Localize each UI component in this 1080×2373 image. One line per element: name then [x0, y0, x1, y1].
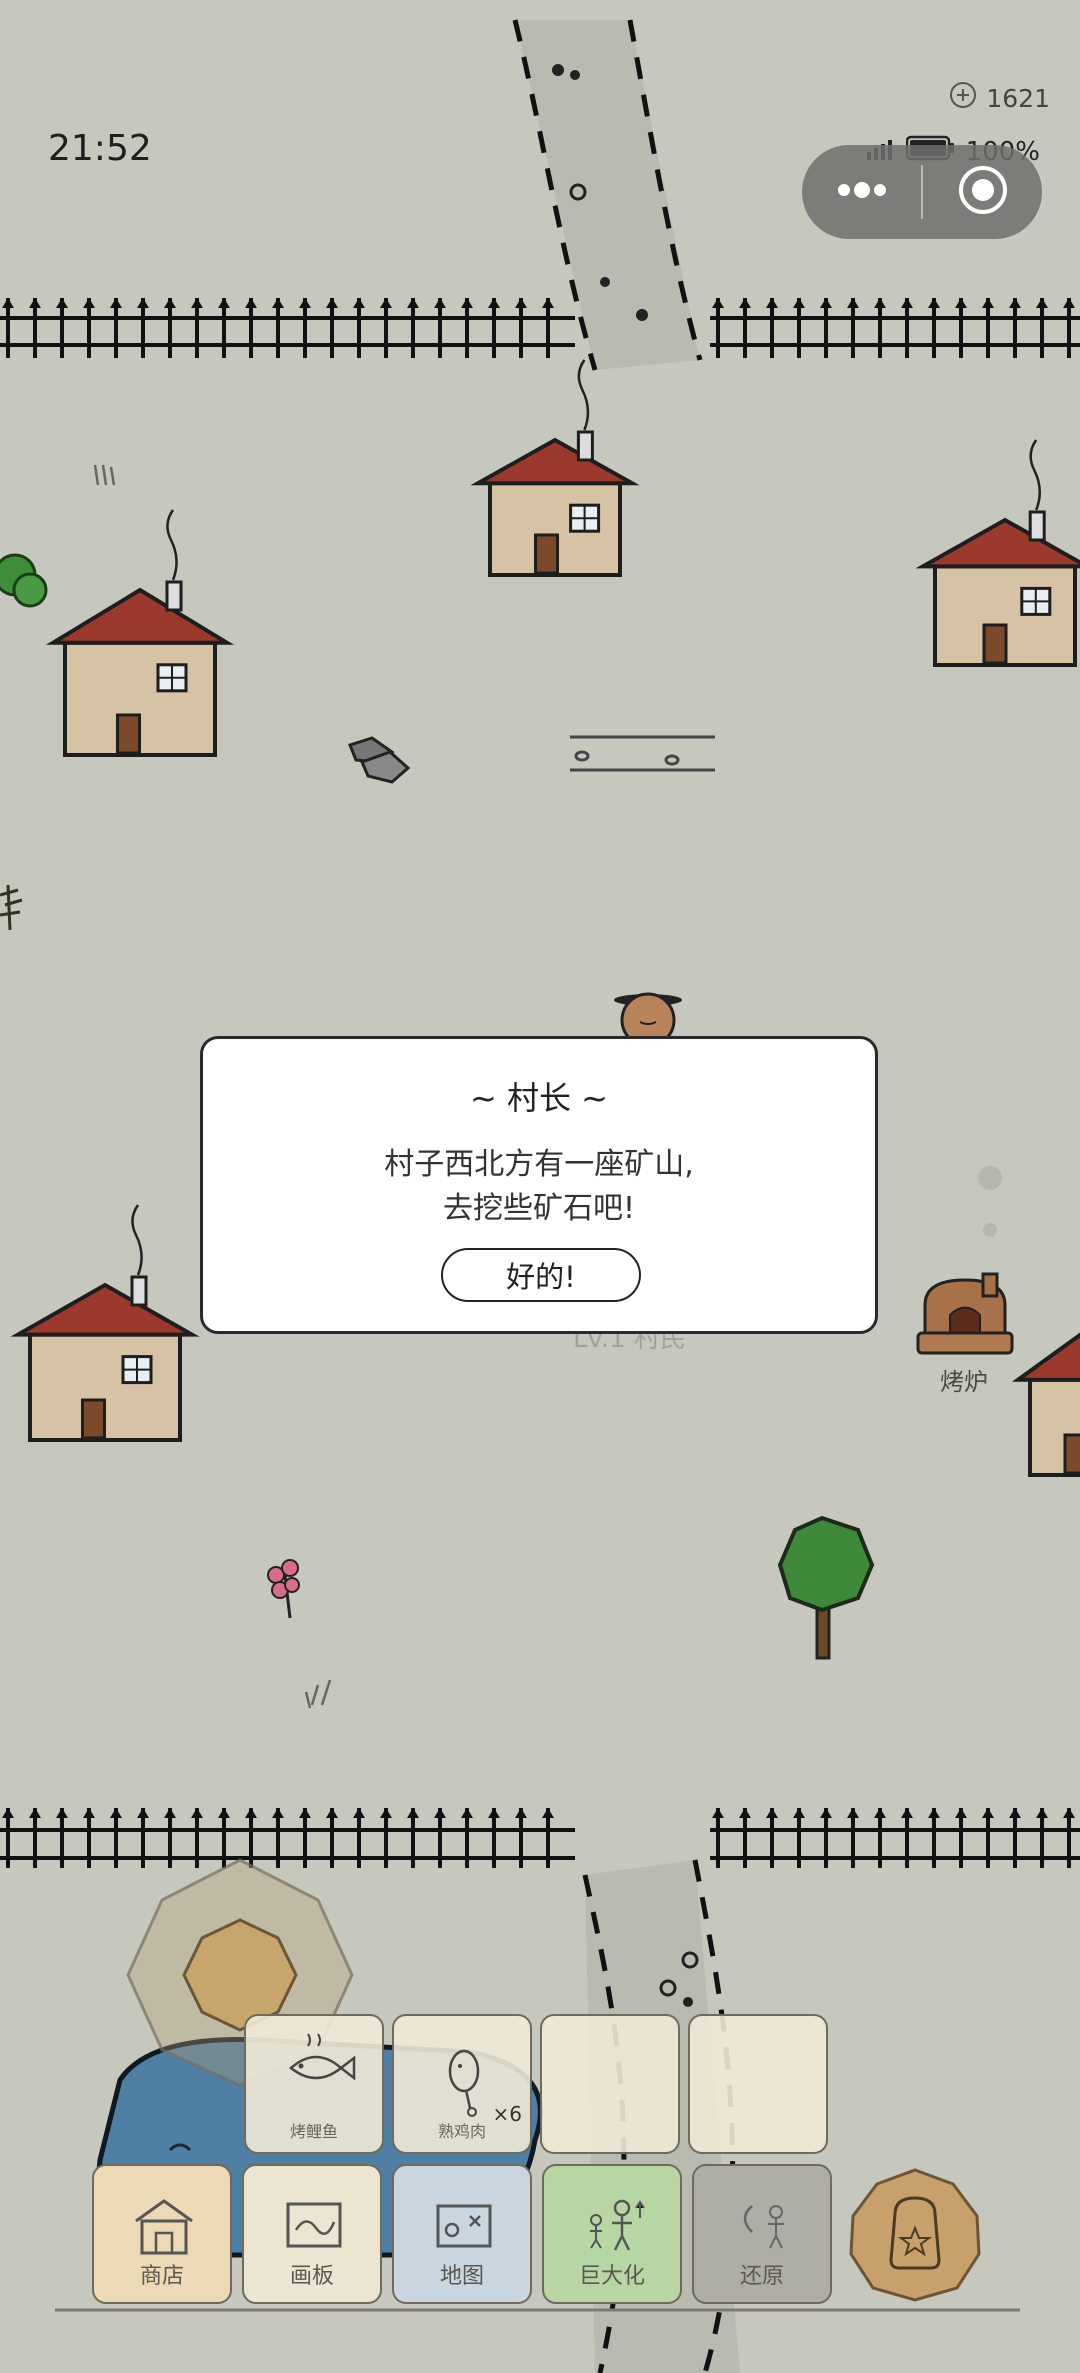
restore-label: 还原 [739, 2264, 784, 2289]
miniprogram-capsule [802, 145, 1042, 239]
dialog-title: ~ 村长 ~ [470, 1079, 608, 1117]
fence-post [712, 298, 724, 358]
fence-post [110, 298, 122, 358]
fence-post [461, 298, 473, 358]
map-button[interactable]: 地图 [392, 2164, 532, 2304]
oven[interactable] [916, 1272, 1014, 1355]
fence-post [245, 298, 257, 358]
house [10, 1204, 200, 1442]
fence-bottom [0, 1828, 1080, 1860]
fence-post [164, 298, 176, 358]
inventory-slot-label: 熟鸡肉 [437, 2122, 486, 2141]
fence-post [955, 298, 967, 358]
coin-counter: 1621 [948, 80, 1050, 116]
oven-label: 烤炉 [940, 1368, 988, 1396]
plank-marks [570, 735, 715, 772]
coin-icon [948, 80, 978, 116]
inventory-slot-cooked-chicken[interactable]: ×6 熟鸡肉 [392, 2014, 532, 2154]
inventory-slot-grilled-carp[interactable]: 烤鲤鱼 [244, 2014, 384, 2154]
fence-post [299, 298, 311, 358]
fence-posts [2, 298, 1075, 358]
fence-post [820, 298, 832, 358]
inventory-slot-empty[interactable] [540, 2014, 680, 2154]
coin-value: 1621 [986, 83, 1050, 113]
enlarge-button[interactable]: 巨大化 [542, 2164, 682, 2304]
stones [348, 736, 411, 784]
fence-post [901, 298, 913, 358]
fence-post [1063, 298, 1075, 358]
fence-post [874, 298, 886, 358]
more-icon [834, 180, 890, 204]
fence-top-right [710, 316, 1080, 347]
shop-label: 商店 [139, 2264, 184, 2289]
fence-post [29, 298, 41, 358]
fence-post [56, 298, 68, 358]
inventory-slot-empty[interactable] [688, 2014, 828, 2154]
drawing-board-button[interactable]: 画板 [242, 2164, 382, 2304]
fence-post [847, 298, 859, 358]
fence-post [488, 298, 500, 358]
smoke-bubble [978, 1166, 1002, 1190]
status-time: 21:52 [48, 128, 152, 169]
more-button[interactable] [802, 145, 921, 239]
fence-post [1009, 298, 1021, 358]
fence-post [793, 298, 805, 358]
fence-post [326, 298, 338, 358]
fence-post [542, 298, 554, 358]
map-label: 地图 [439, 2264, 484, 2289]
quest-dialog: ~ 村长 ~ 村子西北方有一座矿山, 去挖些矿石吧! 好的! [200, 1036, 878, 1334]
target-close-icon [957, 164, 1009, 220]
drawing-board-label: 画板 [289, 2264, 334, 2289]
fence-post [982, 298, 994, 358]
fence-post [1036, 298, 1048, 358]
fence-post [137, 298, 149, 358]
fence-post [928, 298, 940, 358]
dry-bush [0, 884, 23, 931]
backpack-icon [849, 2168, 981, 2302]
backpack-button[interactable] [845, 2164, 985, 2304]
fence-post [218, 298, 230, 358]
fence-top-left [0, 316, 575, 347]
green-bush [0, 553, 48, 608]
house [1011, 1332, 1080, 1478]
fence-post [380, 298, 392, 358]
house [470, 359, 640, 578]
fence-post [191, 298, 203, 358]
house [915, 439, 1080, 668]
fence-post [434, 298, 446, 358]
smoke-bubble [983, 1223, 997, 1237]
house [45, 509, 235, 757]
fence-post [83, 298, 95, 358]
fence-post [353, 298, 365, 358]
fence-post [766, 298, 778, 358]
fence-post [407, 298, 419, 358]
enlarge-label: 巨大化 [578, 2264, 645, 2289]
close-miniprogram-button[interactable] [923, 145, 1042, 239]
shop-button[interactable]: 商店 [92, 2164, 232, 2304]
tree [777, 1515, 875, 1660]
restore-button[interactable]: 还原 [692, 2164, 832, 2304]
game-screen[interactable]: 21:52 1621 100% 烤炉 Lv.1 村民 ~ 村 [0, 0, 1080, 2373]
ok-button[interactable]: 好的! [441, 1248, 641, 1302]
pink-flower [267, 1559, 300, 1619]
fence-post [272, 298, 284, 358]
fence-post [739, 298, 751, 358]
fence-post [2, 298, 14, 358]
dialog-message-line: 去挖些矿石吧! [442, 1191, 636, 1226]
fence-post [515, 298, 527, 358]
dialog-message-line: 村子西北方有一座矿山, [384, 1147, 694, 1182]
inventory-slot-label: 烤鲤鱼 [289, 2122, 338, 2141]
